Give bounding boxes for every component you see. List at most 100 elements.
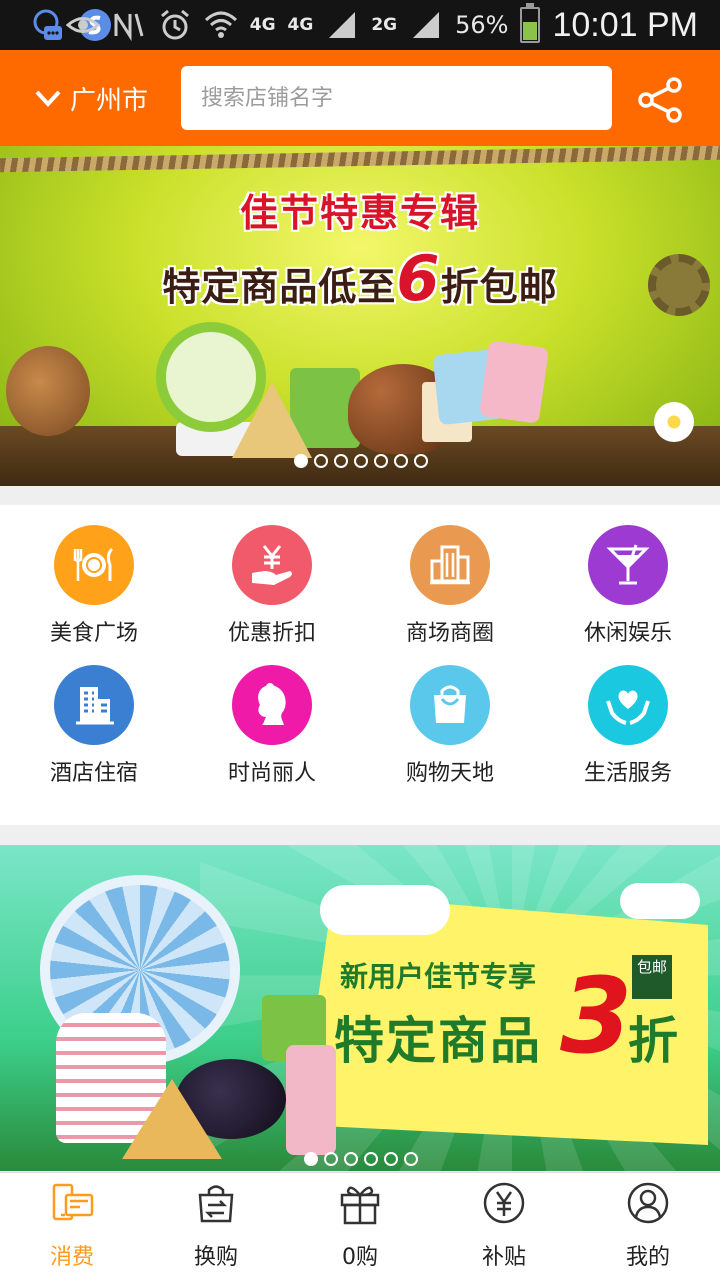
chat-bot-icon	[33, 9, 62, 40]
pager-dot[interactable]	[354, 454, 368, 468]
category-label: 美食广场	[49, 621, 138, 646]
pager-dot[interactable]	[384, 1152, 398, 1166]
banner1-pager	[294, 454, 428, 468]
battery-icon	[520, 3, 541, 43]
promo-banner-1[interactable]: 佳节特惠专辑 特定商品低至6折包邮	[0, 146, 720, 486]
network-type-3: 2G	[371, 15, 398, 35]
zongzi-image	[122, 1079, 222, 1159]
tab-exchange[interactable]: 换购	[144, 1173, 288, 1280]
share-icon[interactable]	[636, 76, 684, 124]
yen-circle-icon	[483, 1182, 525, 1224]
category-icon-circle	[54, 525, 134, 605]
tab-label: 0购	[342, 1245, 378, 1270]
pager-dot[interactable]	[374, 454, 388, 468]
cocktail-icon	[606, 544, 650, 585]
building-icon	[430, 545, 470, 585]
category-grid: 美食广场 优惠折扣 商场商圈 休闲娱乐 酒店住宿 时尚丽人 购物天地 生活服务	[0, 505, 720, 825]
status-right-icons: 4G 4G 2G 56% 10:01 PM	[65, 0, 698, 50]
category-label: 休闲娱乐	[583, 621, 672, 646]
pager-dot[interactable]	[414, 454, 428, 468]
banner2-suffix: 折	[628, 1012, 678, 1070]
squirrel-image	[6, 346, 90, 436]
signal-icon	[329, 12, 356, 38]
heart-hands-icon	[606, 690, 650, 725]
category-icon-circle	[232, 525, 312, 605]
category-icon-circle	[54, 665, 134, 745]
bottom-tab-bar: 消费 换购 0购 补贴 我的	[0, 1172, 720, 1280]
pager-dot[interactable]	[404, 1152, 418, 1166]
cloud-decoration	[320, 885, 450, 935]
eye-icon	[65, 17, 100, 33]
pager-dot[interactable]	[294, 454, 308, 468]
category-food[interactable]: 美食广场	[4, 505, 184, 646]
gift-icon	[340, 1186, 380, 1225]
plate-fork-knife-icon	[73, 547, 114, 581]
phone-card-icon	[52, 1183, 94, 1221]
pager-dot[interactable]	[394, 454, 408, 468]
tab-label: 换购	[193, 1245, 238, 1270]
chevron-down-icon	[35, 90, 61, 107]
status-bar: 4G 4G 2G 56% 10:01 PM	[0, 0, 720, 50]
category-label: 酒店住宿	[49, 761, 138, 786]
banner1-title: 佳节特惠专辑	[239, 191, 480, 235]
tab-subsidy[interactable]: 补贴	[432, 1173, 576, 1280]
category-icon-circle	[410, 665, 490, 745]
tab-label: 补贴	[481, 1245, 526, 1270]
category-leisure[interactable]: 休闲娱乐	[538, 505, 718, 646]
banner2-number: 3	[560, 955, 633, 1077]
category-life-service[interactable]: 生活服务	[538, 645, 718, 786]
category-hotel[interactable]: 酒店住宿	[4, 645, 184, 786]
banner2-subtitle: 新用户佳节专享	[340, 960, 537, 993]
category-icon-circle	[410, 525, 490, 605]
category-icon-circle	[232, 665, 312, 745]
pager-dot[interactable]	[334, 454, 348, 468]
category-label: 购物天地	[405, 761, 494, 786]
city-name: 广州市	[70, 85, 149, 116]
tab-label: 消费	[49, 1245, 94, 1270]
bottle-image	[286, 1045, 336, 1155]
top-header: 广州市	[0, 50, 720, 146]
banner2-pager	[304, 1152, 418, 1166]
city-selector[interactable]: 广州市	[34, 50, 148, 146]
user-circle-icon	[627, 1182, 669, 1224]
wifi-icon	[204, 11, 237, 38]
category-icon-circle	[588, 525, 668, 605]
signal-icon	[413, 12, 440, 38]
shopping-bag-icon	[434, 685, 466, 723]
towel-image	[479, 340, 549, 424]
alarm-icon	[160, 9, 189, 40]
category-icon-circle	[588, 665, 668, 745]
flower-decoration	[654, 402, 694, 442]
pager-dot[interactable]	[344, 1152, 358, 1166]
tab-label: 我的	[625, 1245, 670, 1270]
cloud-decoration	[620, 883, 700, 919]
category-mall[interactable]: 商场商圈	[360, 505, 540, 646]
category-shopping[interactable]: 购物天地	[360, 645, 540, 786]
battery-percent: 56%	[455, 11, 509, 39]
category-label: 商场商圈	[405, 621, 494, 646]
category-discount[interactable]: 优惠折扣	[182, 505, 362, 646]
hotel-icon	[76, 687, 114, 725]
promo-banner-2[interactable]: 新用户佳节专享 特定商品 3 包邮 折	[0, 845, 720, 1171]
category-label: 优惠折扣	[227, 621, 316, 646]
tab-zero-buy[interactable]: 0购	[288, 1173, 432, 1280]
tab-mine[interactable]: 我的	[576, 1173, 720, 1280]
woman-profile-icon	[258, 683, 286, 725]
category-beauty[interactable]: 时尚丽人	[182, 645, 362, 786]
pager-dot[interactable]	[324, 1152, 338, 1166]
exchange-bag-icon	[198, 1185, 234, 1223]
yen-hand-icon	[252, 545, 292, 585]
network-type-1: 4G	[249, 15, 276, 35]
pager-dot[interactable]	[364, 1152, 378, 1166]
gear-decoration	[648, 254, 710, 316]
category-label: 生活服务	[583, 761, 672, 786]
free-shipping-tag: 包邮	[632, 955, 672, 999]
network-type-2: 4G	[287, 15, 314, 35]
category-label: 时尚丽人	[227, 761, 316, 786]
pager-dot[interactable]	[314, 454, 328, 468]
search-input[interactable]	[181, 66, 612, 130]
clock: 10:01 PM	[552, 5, 698, 44]
pager-dot[interactable]	[304, 1152, 318, 1166]
rope-decoration	[0, 146, 720, 173]
tab-consume[interactable]: 消费	[0, 1173, 144, 1280]
